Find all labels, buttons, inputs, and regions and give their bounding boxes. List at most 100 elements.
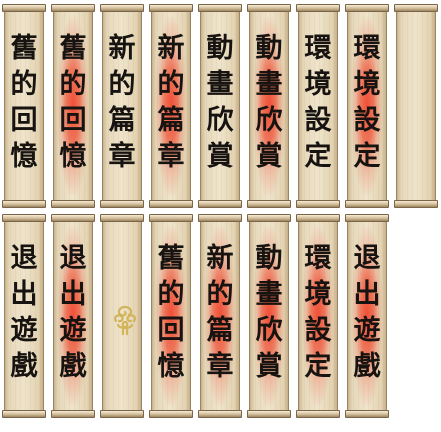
scroll-memories-hl[interactable]: 舊的回憶 [51, 4, 95, 208]
scroll-rod-top [149, 214, 193, 222]
scroll-rod-top [100, 4, 144, 12]
scroll-rod-top [51, 214, 95, 222]
scroll-rod-top [100, 214, 144, 222]
scroll-rod-bottom [296, 410, 340, 418]
scroll-paper: 動畫欣賞 [200, 11, 240, 201]
scroll-label-char: 遊 [353, 315, 381, 346]
scroll-label-char: 戲 [10, 351, 38, 382]
scroll-settings[interactable]: 環境設定 [296, 4, 340, 208]
scroll-paper: 新的篇章 [151, 11, 191, 201]
scroll-label: 舊的回憶 [54, 31, 92, 175]
scroll-exit-game-hl-2[interactable]: 退出遊戲 [345, 214, 389, 418]
scroll-label-char: 回 [59, 105, 87, 136]
scroll-paper [102, 221, 142, 411]
scroll-paper [396, 11, 436, 201]
scroll-label: 動畫欣賞 [250, 31, 288, 175]
scroll-label-char: 退 [353, 243, 381, 274]
scroll-label-char: 動 [255, 33, 283, 64]
scroll-new-chapter[interactable]: 新的篇章 [100, 4, 144, 208]
scroll-rod-bottom [51, 200, 95, 208]
scroll-label-char: 退 [59, 243, 87, 274]
scroll-blank[interactable] [394, 4, 438, 208]
scroll-paper: 新的篇章 [200, 221, 240, 411]
scroll-paper: 舊的回憶 [151, 221, 191, 411]
scroll-label-char: 舊 [10, 33, 38, 64]
scroll-rod-top [345, 4, 389, 12]
scroll-label-char: 憶 [59, 141, 87, 172]
scroll-emblem[interactable] [100, 214, 144, 418]
scroll-label-char: 畫 [255, 279, 283, 310]
scroll-paper: 環境設定 [347, 11, 387, 201]
scroll-label-char: 回 [10, 105, 38, 136]
scroll-label: 動畫欣賞 [250, 241, 288, 385]
scroll-label-char: 動 [255, 243, 283, 274]
scroll-exit-game-hl[interactable]: 退出遊戲 [51, 214, 95, 418]
scroll-label-char: 遊 [10, 315, 38, 346]
scroll-rod-top [296, 4, 340, 12]
scroll-paper: 環境設定 [298, 221, 338, 411]
scroll-paper: 新的篇章 [102, 11, 142, 201]
cloud-swirl-icon [113, 305, 137, 336]
scroll-rod-bottom [247, 200, 291, 208]
scroll-label-char: 設 [353, 105, 381, 136]
scroll-settings-hl[interactable]: 環境設定 [345, 4, 389, 208]
scroll-memories-hl-2[interactable]: 舊的回憶 [149, 214, 193, 418]
scroll-rod-bottom [198, 200, 242, 208]
scroll-new-chapter-hl-2[interactable]: 新的篇章 [198, 214, 242, 418]
scroll-label-char: 憶 [157, 351, 185, 382]
scroll-rod-bottom [198, 410, 242, 418]
scroll-rod-bottom [394, 200, 438, 208]
scroll-label-char: 畫 [206, 69, 234, 100]
scroll-animation-gallery[interactable]: 動畫欣賞 [198, 4, 242, 208]
scroll-label-char: 新 [157, 33, 185, 64]
scroll-rod-bottom [2, 410, 46, 418]
scroll-label-char: 舊 [157, 243, 185, 274]
scroll-animation-gallery-hl-2[interactable]: 動畫欣賞 [247, 214, 291, 418]
scroll-label-char: 環 [304, 33, 332, 64]
scroll-label-char: 回 [157, 315, 185, 346]
scroll-label: 動畫欣賞 [201, 31, 239, 175]
scroll-label-char: 的 [10, 69, 38, 100]
scroll-paper: 退出遊戲 [347, 221, 387, 411]
scroll-animation-gallery-hl[interactable]: 動畫欣賞 [247, 4, 291, 208]
scroll-sprite-sheet: 舊的回憶舊的回憶新的篇章新的篇章動畫欣賞動畫欣賞環境設定環境設定退出遊戲退出遊戲… [0, 0, 441, 432]
scroll-paper: 退出遊戲 [4, 221, 44, 411]
scroll-label-char: 憶 [10, 141, 38, 172]
scroll-label-char: 的 [59, 69, 87, 100]
scroll-label-char: 出 [59, 279, 87, 310]
scroll-label-char: 設 [304, 105, 332, 136]
scroll-label: 退出遊戲 [348, 241, 386, 385]
scroll-label-char: 賞 [255, 141, 283, 172]
scroll-rod-bottom [100, 200, 144, 208]
scroll-rod-top [198, 4, 242, 12]
scroll-rod-bottom [296, 200, 340, 208]
scroll-rod-bottom [345, 410, 389, 418]
scroll-label-char: 篇 [206, 315, 234, 346]
scroll-label: 環境設定 [348, 31, 386, 175]
scroll-label-char: 動 [206, 33, 234, 64]
scroll-label-char: 的 [108, 69, 136, 100]
scroll-label: 新的篇章 [201, 241, 239, 385]
scroll-label-char: 境 [304, 69, 332, 100]
scroll-rod-top [2, 214, 46, 222]
scroll-rod-top [51, 4, 95, 12]
scroll-label-char: 的 [157, 279, 185, 310]
scroll-rod-bottom [247, 410, 291, 418]
scroll-label-char: 設 [304, 315, 332, 346]
scroll-exit-game[interactable]: 退出遊戲 [2, 214, 46, 418]
scroll-label: 環境設定 [299, 241, 337, 385]
scroll-label-char: 定 [304, 141, 332, 172]
scroll-new-chapter-hl[interactable]: 新的篇章 [149, 4, 193, 208]
scroll-paper: 動畫欣賞 [249, 221, 289, 411]
scroll-label-char: 戲 [353, 351, 381, 382]
scroll-label: 退出遊戲 [54, 241, 92, 385]
scroll-label-char: 篇 [108, 105, 136, 136]
scroll-paper: 退出遊戲 [53, 221, 93, 411]
scroll-rod-top [2, 4, 46, 12]
scroll-label-char: 舊 [59, 33, 87, 64]
scroll-rod-top [394, 4, 438, 12]
scroll-paper: 環境設定 [298, 11, 338, 201]
scroll-settings-hl-2[interactable]: 環境設定 [296, 214, 340, 418]
scroll-memories[interactable]: 舊的回憶 [2, 4, 46, 208]
scroll-label-char: 章 [157, 141, 185, 172]
